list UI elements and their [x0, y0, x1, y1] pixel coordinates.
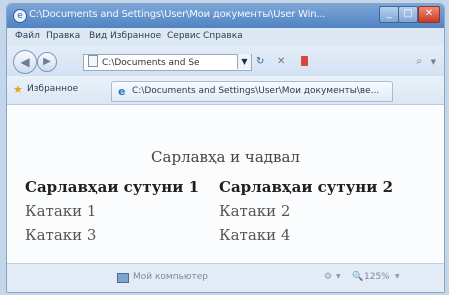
table-cell: Катаки 3 [25, 226, 97, 244]
internet-explorer-icon: e [13, 9, 27, 23]
settings-icon[interactable]: ⚙ [324, 272, 332, 282]
menu-edit[interactable]: Правка [46, 31, 80, 41]
table-header-cell: Сарлавҳаи сутуни 1 [25, 177, 200, 196]
menu-tools[interactable]: Сервис [167, 31, 201, 41]
stop-icon[interactable]: ✕ [277, 56, 285, 67]
window-title: C:\Documents and Settings\User\Мои докум… [29, 9, 326, 20]
security-zone-label: Мой компьютер [133, 272, 208, 282]
favorites-button[interactable]: Избранное [27, 84, 78, 94]
computer-icon [117, 273, 129, 283]
menu-favorites[interactable]: Избранное [110, 31, 161, 41]
table-cell: Катаки 2 [219, 202, 291, 220]
close-button[interactable]: ✕ [418, 6, 440, 23]
address-text: C:\Documents and Se [102, 58, 200, 68]
forward-button[interactable]: ▶ [37, 52, 57, 72]
refresh-icon[interactable]: ↻ [256, 56, 264, 67]
zoom-level[interactable]: 125% [364, 272, 390, 282]
address-bar: ◀ ▶ C:\Documents and Se ▼ ↻ ✕ ⌕ ▼ [7, 46, 444, 76]
table-cell: Катаки 4 [219, 226, 291, 244]
table-header-cell: Сарлавҳаи сутуни 2 [219, 177, 394, 196]
menu-help[interactable]: Справка [203, 31, 243, 41]
search-icon[interactable]: ⌕ [416, 56, 422, 67]
maximize-button[interactable]: □ [398, 6, 418, 23]
menu-view[interactable]: Вид [89, 31, 107, 41]
star-icon[interactable]: ★ [13, 83, 23, 96]
tab-title: C:\Documents and Settings\User\Мои докум… [132, 86, 380, 96]
zoom-icon[interactable]: 🔍 [352, 272, 363, 282]
table-row: Катаки 3 Катаки 4 [25, 223, 397, 247]
page-content: Сарлавҳа и чадвал Сарлавҳаи сутуни 1 Сар… [7, 105, 444, 264]
table-row: Катаки 1 Катаки 2 [25, 199, 397, 223]
address-input[interactable]: C:\Documents and Se [83, 54, 252, 71]
search-dropdown-icon[interactable]: ▼ [431, 58, 436, 66]
search-provider-icon [301, 56, 308, 66]
favorites-bar: ★ Избранное e C:\Documents and Settings\… [7, 76, 444, 105]
menu-bar: Файл Правка Вид Избранное Сервис Справка [7, 28, 444, 46]
menu-file[interactable]: Файл [15, 31, 40, 41]
browser-window: e C:\Documents and Settings\User\Мои док… [6, 3, 445, 293]
title-bar: e C:\Documents and Settings\User\Мои док… [7, 4, 444, 28]
table-caption: Сарлавҳа и чадвал [151, 148, 300, 166]
zoom-dropdown-icon[interactable]: ▼ [395, 273, 400, 280]
browser-tab[interactable]: e C:\Documents and Settings\User\Мои док… [111, 81, 393, 102]
page-icon [88, 55, 98, 67]
table-cell: Катаки 1 [25, 202, 97, 220]
status-bar: Мой компьютер ⚙ ▼ 🔍 125% ▼ [7, 263, 444, 292]
data-table: Сарлавҳаи сутуни 1 Сарлавҳаи сутуни 2 Ка… [25, 174, 397, 247]
table-header-row: Сарлавҳаи сутуни 1 Сарлавҳаи сутуни 2 [25, 174, 397, 199]
back-button[interactable]: ◀ [13, 50, 37, 74]
minimize-button[interactable]: _ [379, 6, 399, 23]
settings-dropdown-icon[interactable]: ▼ [336, 273, 341, 280]
tab-page-icon: e [118, 85, 126, 98]
address-dropdown-icon[interactable]: ▼ [237, 54, 251, 69]
